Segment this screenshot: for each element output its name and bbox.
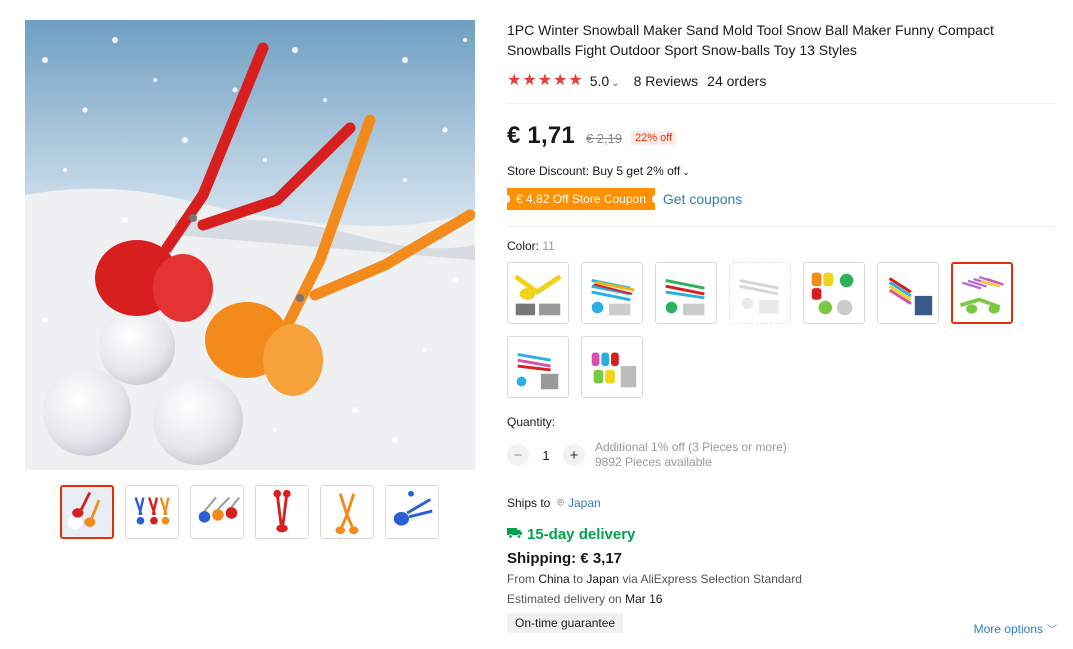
color-variant-4-unavailable[interactable] (729, 262, 791, 324)
ships-to-row: Ships to ⌾ Japan (507, 496, 1057, 510)
quantity-increase-button[interactable]: + (563, 444, 585, 466)
ship-country-selector[interactable]: Japan (568, 496, 601, 510)
thumbnail-4[interactable] (255, 485, 309, 539)
color-variants (507, 262, 1027, 398)
color-variant-7-selected[interactable] (951, 262, 1013, 324)
star-icon: ★ (568, 72, 583, 89)
color-variant-9[interactable] (581, 336, 643, 398)
shipping-cost: Shipping: € 3,17 (507, 550, 623, 567)
current-price: € 1,71 (507, 122, 575, 149)
coupon-row: € 4,82 Off Store Coupon Get coupons (504, 188, 1057, 210)
estimated-delivery-label: Estimated delivery on (507, 592, 622, 606)
more-options-label: More options (973, 622, 1043, 636)
price-row: € 1,71 € 2,19 22% off (507, 122, 1057, 150)
quantity-input[interactable]: 1 (529, 448, 563, 463)
route-destination: Japan (586, 572, 620, 586)
divider (507, 103, 1055, 104)
store-coupon[interactable]: € 4,82 Off Store Coupon (504, 188, 658, 210)
orders-count: 24 orders (707, 73, 767, 89)
bulk-discount-text: Additional 1% off (3 Pieces or more) (595, 440, 787, 454)
color-variant-1[interactable] (507, 262, 569, 324)
quantity-info: Additional 1% off (3 Pieces or more) 989… (595, 440, 787, 470)
delivery-time: 15-day delivery (507, 526, 1057, 543)
route-to-label: to (573, 572, 584, 586)
thumbnail-1[interactable] (60, 485, 114, 539)
product-details: 1PC Winter Snowball Maker Sand Mold Tool… (504, 20, 1057, 633)
color-variant-3[interactable] (655, 262, 717, 324)
shipping-route: From China to Japan via AliExpress Selec… (507, 572, 1057, 586)
reviews-link[interactable]: 8 Reviews (634, 73, 699, 89)
color-variant-8[interactable] (507, 336, 569, 398)
product-title: 1PC Winter Snowball Maker Sand Mold Tool… (507, 22, 994, 58)
thumbnail-2[interactable] (125, 485, 179, 539)
original-price: € 2,19 (585, 131, 623, 146)
store-discount-dropdown[interactable]: Store Discount: Buy 5 get 2% off ⌄ (507, 164, 1057, 178)
color-label-text: Color: (507, 239, 540, 253)
store-discount-text: Store Discount: Buy 5 get 2% off (507, 164, 681, 178)
star-icon: ★ (537, 72, 553, 89)
image-thumbnails (60, 485, 439, 539)
more-shipping-options-link[interactable]: More options ﹀ (974, 621, 1057, 636)
quantity-label: Quantity: (507, 415, 556, 429)
on-time-guarantee-badge[interactable]: On-time guarantee (507, 613, 624, 633)
location-pin-icon: ⌾ (557, 496, 564, 509)
chevron-down-icon: ﹀ (1047, 625, 1057, 636)
quantity-stepper: − 1 + Additional 1% off (3 Pieces or mor… (507, 440, 1057, 470)
color-variant-5[interactable] (803, 262, 865, 324)
star-icon: ★ (522, 72, 537, 89)
estimated-delivery-date: Mar 16 (625, 592, 663, 606)
delivery-days: 15-day delivery (527, 526, 636, 543)
route-carrier: via AliExpress Selection Standard (622, 572, 802, 586)
color-label: Color: 11 (507, 239, 1057, 253)
thumbnail-6[interactable] (385, 485, 439, 539)
chevron-down-icon: ⌄ (611, 78, 620, 89)
stock-available-text: 9892 Pieces available (595, 455, 712, 469)
star-rating: ★ ★ ★ ★ ★ (507, 73, 583, 89)
thumbnail-3[interactable] (190, 485, 244, 539)
main-product-image[interactable] (25, 20, 475, 470)
rating-value-dropdown[interactable]: 5.0 ⌄ (590, 73, 620, 89)
rating-row: ★ ★ ★ ★ ★ 5.0 ⌄ 8 Reviews 24 orders (507, 69, 1057, 93)
quantity-decrease-button[interactable]: − (507, 444, 529, 466)
star-icon: ★ (507, 72, 522, 89)
discount-badge: 22% off (631, 131, 677, 145)
route-origin: China (538, 572, 570, 586)
route-from-label: From (507, 572, 535, 586)
thumbnail-5[interactable] (320, 485, 374, 539)
color-variant-2[interactable] (581, 262, 643, 324)
divider (507, 226, 1055, 227)
color-count: 11 (542, 239, 555, 253)
chevron-down-icon: ⌄ (682, 167, 690, 177)
ships-to-label: Ships to (507, 496, 551, 510)
rating-value: 5.0 (589, 73, 610, 89)
snowball-maker-photo (25, 20, 475, 470)
truck-icon (507, 526, 523, 543)
estimated-delivery: Estimated delivery on Mar 16 (507, 592, 1057, 606)
color-variant-6[interactable] (877, 262, 939, 324)
get-coupons-link[interactable]: Get coupons (663, 191, 742, 207)
star-icon: ★ (553, 72, 568, 89)
